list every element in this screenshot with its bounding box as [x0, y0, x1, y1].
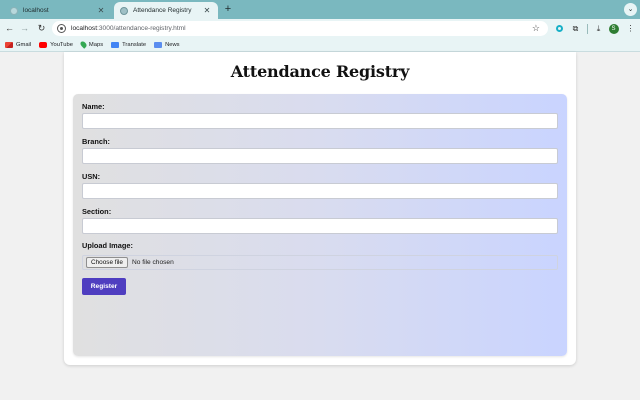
file-input[interactable]: Choose file No file chosen [82, 255, 558, 270]
branch-label: Branch: [82, 137, 110, 146]
upload-image-label: Upload Image: [82, 241, 133, 250]
extensions-puzzle-icon[interactable]: ⧉ [569, 22, 582, 35]
registry-card: Attendance Registry Name: Branch: USN: S… [64, 52, 576, 365]
name-label: Name: [82, 102, 105, 111]
toolbar-divider [587, 24, 588, 34]
close-tab-icon[interactable]: ✕ [202, 6, 212, 15]
globe-icon [120, 6, 128, 15]
forward-icon[interactable]: → [18, 22, 31, 35]
section-label: Section: [82, 207, 112, 216]
gmail-icon [5, 41, 13, 48]
globe-icon [10, 6, 18, 15]
extension-icon[interactable] [553, 22, 566, 35]
bookmarks-bar: Gmail YouTube Maps Translate News [0, 38, 640, 52]
tab-attendance-registry[interactable]: Attendance Registry ✕ [114, 2, 218, 19]
translate-icon [111, 41, 120, 48]
profile-avatar[interactable]: S [607, 22, 620, 35]
reload-icon[interactable]: ↻ [35, 22, 48, 35]
url-text: localhost:3000/attendance-registry.html [71, 25, 186, 32]
registration-form: Name: Branch: USN: Section: Upload Image… [73, 94, 567, 356]
page-viewport: Attendance Registry Name: Branch: USN: S… [0, 52, 640, 400]
new-tab-button[interactable]: + [221, 2, 235, 16]
site-info-icon[interactable] [57, 24, 66, 33]
close-tab-icon[interactable]: ✕ [96, 6, 106, 15]
usn-label: USN: [82, 172, 101, 181]
download-icon[interactable]: ⤓ [592, 22, 605, 35]
usn-input[interactable] [82, 183, 558, 199]
bookmark-translate[interactable]: Translate [111, 41, 146, 48]
youtube-icon [39, 41, 48, 48]
choose-file-button[interactable]: Choose file [86, 257, 128, 268]
tab-search-button[interactable]: ⌄ [624, 3, 637, 16]
menu-kebab-icon[interactable]: ⋮ [624, 22, 637, 35]
news-icon [154, 41, 163, 48]
address-bar[interactable]: localhost:3000/attendance-registry.html … [52, 21, 548, 36]
name-input[interactable] [82, 113, 558, 129]
tab-strip: localhost ✕ Attendance Registry ✕ + ⌄ [0, 0, 640, 19]
page-title: Attendance Registry [230, 62, 410, 81]
tab-title: localhost [23, 7, 49, 14]
bookmark-star-icon[interactable]: ☆ [532, 21, 540, 36]
browser-toolbar: ← → ↻ localhost:3000/attendance-registry… [0, 19, 640, 38]
section-input[interactable] [82, 218, 558, 234]
bookmark-youtube[interactable]: YouTube [39, 41, 73, 48]
bookmark-gmail[interactable]: Gmail [5, 41, 31, 48]
bookmark-news[interactable]: News [154, 41, 180, 48]
register-button[interactable]: Register [82, 278, 126, 295]
back-icon[interactable]: ← [3, 22, 16, 35]
maps-icon [79, 40, 88, 49]
file-status-text: No file chosen [131, 259, 174, 266]
bookmark-maps[interactable]: Maps [79, 40, 103, 49]
branch-input[interactable] [82, 148, 558, 164]
tab-title: Attendance Registry [133, 7, 192, 14]
tab-localhost[interactable]: localhost ✕ [4, 2, 112, 19]
